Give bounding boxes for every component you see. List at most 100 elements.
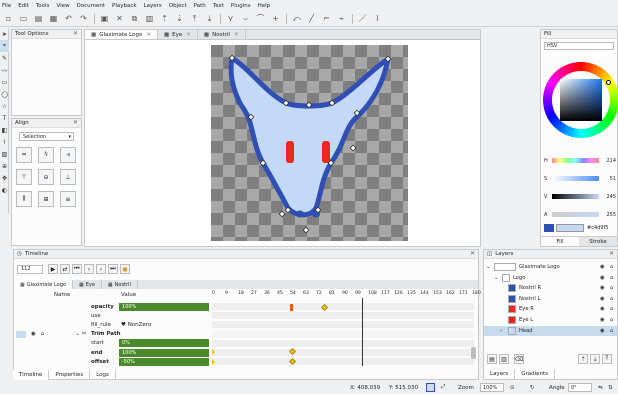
layer-row[interactable]: ⌄ Logo ◉ ⌂: [484, 273, 617, 283]
align-bottom-icon[interactable]: ⊥: [60, 169, 76, 185]
copy-icon[interactable]: ⧉: [129, 13, 140, 24]
expand-arrow-icon[interactable]: ⌄: [494, 275, 502, 281]
canvas-fit-icon[interactable]: [426, 383, 435, 392]
pan-tool-icon[interactable]: ✥: [0, 172, 9, 184]
hue-value[interactable]: 214: [602, 158, 616, 164]
expand-icon[interactable]: ⤢: [441, 384, 445, 391]
menu-file[interactable]: File: [2, 3, 11, 9]
time-ruler[interactable]: 0 9 18 27 36 45 54 63 72 81 90 99 108 117 126 135 144 153…: [212, 290, 481, 299]
menu-layers[interactable]: Layers: [144, 3, 162, 9]
layer-row[interactable]: Eye R ◉ ⌂: [484, 304, 617, 314]
raise-layer-icon[interactable]: ⇡: [578, 354, 588, 364]
alpha-value[interactable]: 255: [602, 212, 616, 218]
curve-icon[interactable]: ⤺: [291, 13, 302, 24]
tab-timeline[interactable]: Timeline: [13, 370, 50, 380]
close-icon[interactable]: ✕: [609, 250, 614, 257]
previous-color-swatch[interactable]: [544, 224, 554, 232]
redo-icon[interactable]: ↷: [78, 13, 89, 24]
tab-stroke[interactable]: Stroke: [579, 237, 617, 246]
rotate-icon[interactable]: ↻: [530, 385, 535, 391]
align-hcenter-icon[interactable]: ⫩: [38, 147, 54, 163]
edit-tool-icon[interactable]: ⌖: [0, 40, 9, 52]
node-add-icon[interactable]: +: [270, 13, 281, 24]
straighten-icon[interactable]: ／: [357, 13, 368, 24]
visibility-icon[interactable]: ◉: [600, 296, 605, 302]
select-all-icon[interactable]: ▣: [99, 13, 110, 24]
current-color-swatch[interactable]: [556, 224, 584, 232]
close-icon[interactable]: ✕: [470, 250, 475, 257]
lock-icon[interactable]: ⌂: [610, 285, 613, 291]
play-icon[interactable]: ▶: [48, 264, 58, 274]
tab-fill[interactable]: Fill: [541, 237, 579, 246]
menu-path[interactable]: Path: [194, 3, 206, 9]
align-to-select[interactable]: Selection ▾: [19, 132, 74, 141]
tab-eye[interactable]: ▦ Eye ✕: [158, 30, 198, 39]
lower-icon[interactable]: ⇣: [174, 13, 185, 24]
hue-slider[interactable]: [552, 158, 599, 163]
draw-tool-icon[interactable]: ✎: [0, 52, 9, 64]
logo-artwork[interactable]: [211, 45, 408, 241]
dissolve-icon[interactable]: ⌁: [336, 13, 347, 24]
menu-object[interactable]: Object: [169, 3, 187, 9]
node-handle[interactable]: [302, 226, 310, 234]
expand-arrow-icon[interactable]: ⌄: [486, 264, 494, 270]
star-tool-icon[interactable]: ☆: [0, 100, 9, 112]
freehand-tool-icon[interactable]: 〰: [0, 64, 9, 76]
mask-tool-icon[interactable]: ◐: [0, 184, 9, 196]
tab-glaximate-logo[interactable]: ▦ Glaximate Logo ✕: [85, 30, 158, 39]
delete-layer-icon[interactable]: ⌫: [514, 354, 524, 364]
rectangle-tool-icon[interactable]: ▭: [0, 76, 9, 88]
mirror-icon[interactable]: ⇅: [608, 385, 613, 391]
eye-left-shape[interactable]: [286, 141, 294, 163]
color-mode-select[interactable]: HSV: [544, 42, 614, 50]
curve-segment-icon[interactable]: ⌇: [372, 13, 383, 24]
undo-icon[interactable]: ↶: [63, 13, 74, 24]
property-value-slider[interactable]: -50%: [119, 357, 209, 366]
visibility-icon[interactable]: ◉: [600, 328, 605, 334]
add-group-icon[interactable]: ▥: [499, 354, 509, 364]
align-vcenter-icon[interactable]: ⊖: [38, 169, 54, 185]
open-file-icon[interactable]: ▭: [18, 13, 29, 24]
hex-value[interactable]: #c4d9f5: [587, 225, 608, 231]
raise-top-layer-icon[interactable]: ⤒: [602, 354, 612, 364]
alpha-slider[interactable]: [552, 212, 599, 217]
close-icon[interactable]: ✕: [234, 32, 239, 38]
zoom-select[interactable]: 100%: [480, 383, 504, 392]
lower-layer-icon[interactable]: ⇣: [590, 354, 600, 364]
save-as-icon[interactable]: ▦: [48, 13, 59, 24]
node-handle[interactable]: [278, 210, 286, 218]
layer-row[interactable]: Eye L ◉ ⌂: [484, 315, 617, 325]
visibility-icon[interactable]: ◉: [600, 275, 605, 281]
hue-wheel[interactable]: [543, 62, 618, 138]
property-value[interactable]: ♥ NonZero: [121, 322, 151, 328]
tab-nostril[interactable]: ▦ Nostril ✕: [198, 30, 246, 39]
lock-icon[interactable]: ⌂: [41, 331, 45, 337]
first-frame-icon[interactable]: ⏮: [72, 264, 82, 274]
visibility-icon[interactable]: ◉: [600, 317, 605, 323]
tab-gradients[interactable]: Gradients: [515, 369, 556, 379]
timeline-tab-eye[interactable]: ▦ Eye: [73, 280, 102, 289]
layer-row[interactable]: ⌄ Glaximate Logo ◉ ⌂: [484, 262, 617, 272]
zoom-reset-icon[interactable]: ⊙: [510, 385, 515, 391]
visibility-icon[interactable]: ◉: [600, 264, 605, 270]
menu-view[interactable]: View: [56, 3, 69, 9]
value-value[interactable]: 245: [602, 194, 616, 200]
distribute-h-icon[interactable]: ⫼: [16, 191, 32, 207]
node-symmetric-icon[interactable]: ⌒: [255, 13, 266, 24]
raise-top-icon[interactable]: ⤒: [189, 13, 200, 24]
line-icon[interactable]: ╱: [306, 13, 317, 24]
lock-icon[interactable]: ⌂: [610, 306, 613, 312]
menu-text[interactable]: Text: [213, 3, 224, 9]
delete-icon[interactable]: ✕: [114, 13, 125, 24]
frame-spinbox[interactable]: 112: [17, 264, 43, 274]
layer-row[interactable]: › Head ◉ ⌂: [484, 325, 617, 336]
timeline-tab-nostril[interactable]: ▦ Nostril: [102, 280, 138, 289]
menu-plugins[interactable]: Plugins: [231, 3, 251, 9]
ellipse-tool-icon[interactable]: ◯: [0, 88, 9, 100]
lock-icon[interactable]: ⌂: [610, 328, 613, 334]
playhead[interactable]: [362, 298, 363, 366]
keyframe-marker[interactable]: [288, 347, 297, 356]
flip-icon[interactable]: ⇋: [598, 385, 603, 391]
tab-layers[interactable]: Layers: [484, 369, 516, 379]
keyframe-start-marker[interactable]: [212, 349, 215, 355]
